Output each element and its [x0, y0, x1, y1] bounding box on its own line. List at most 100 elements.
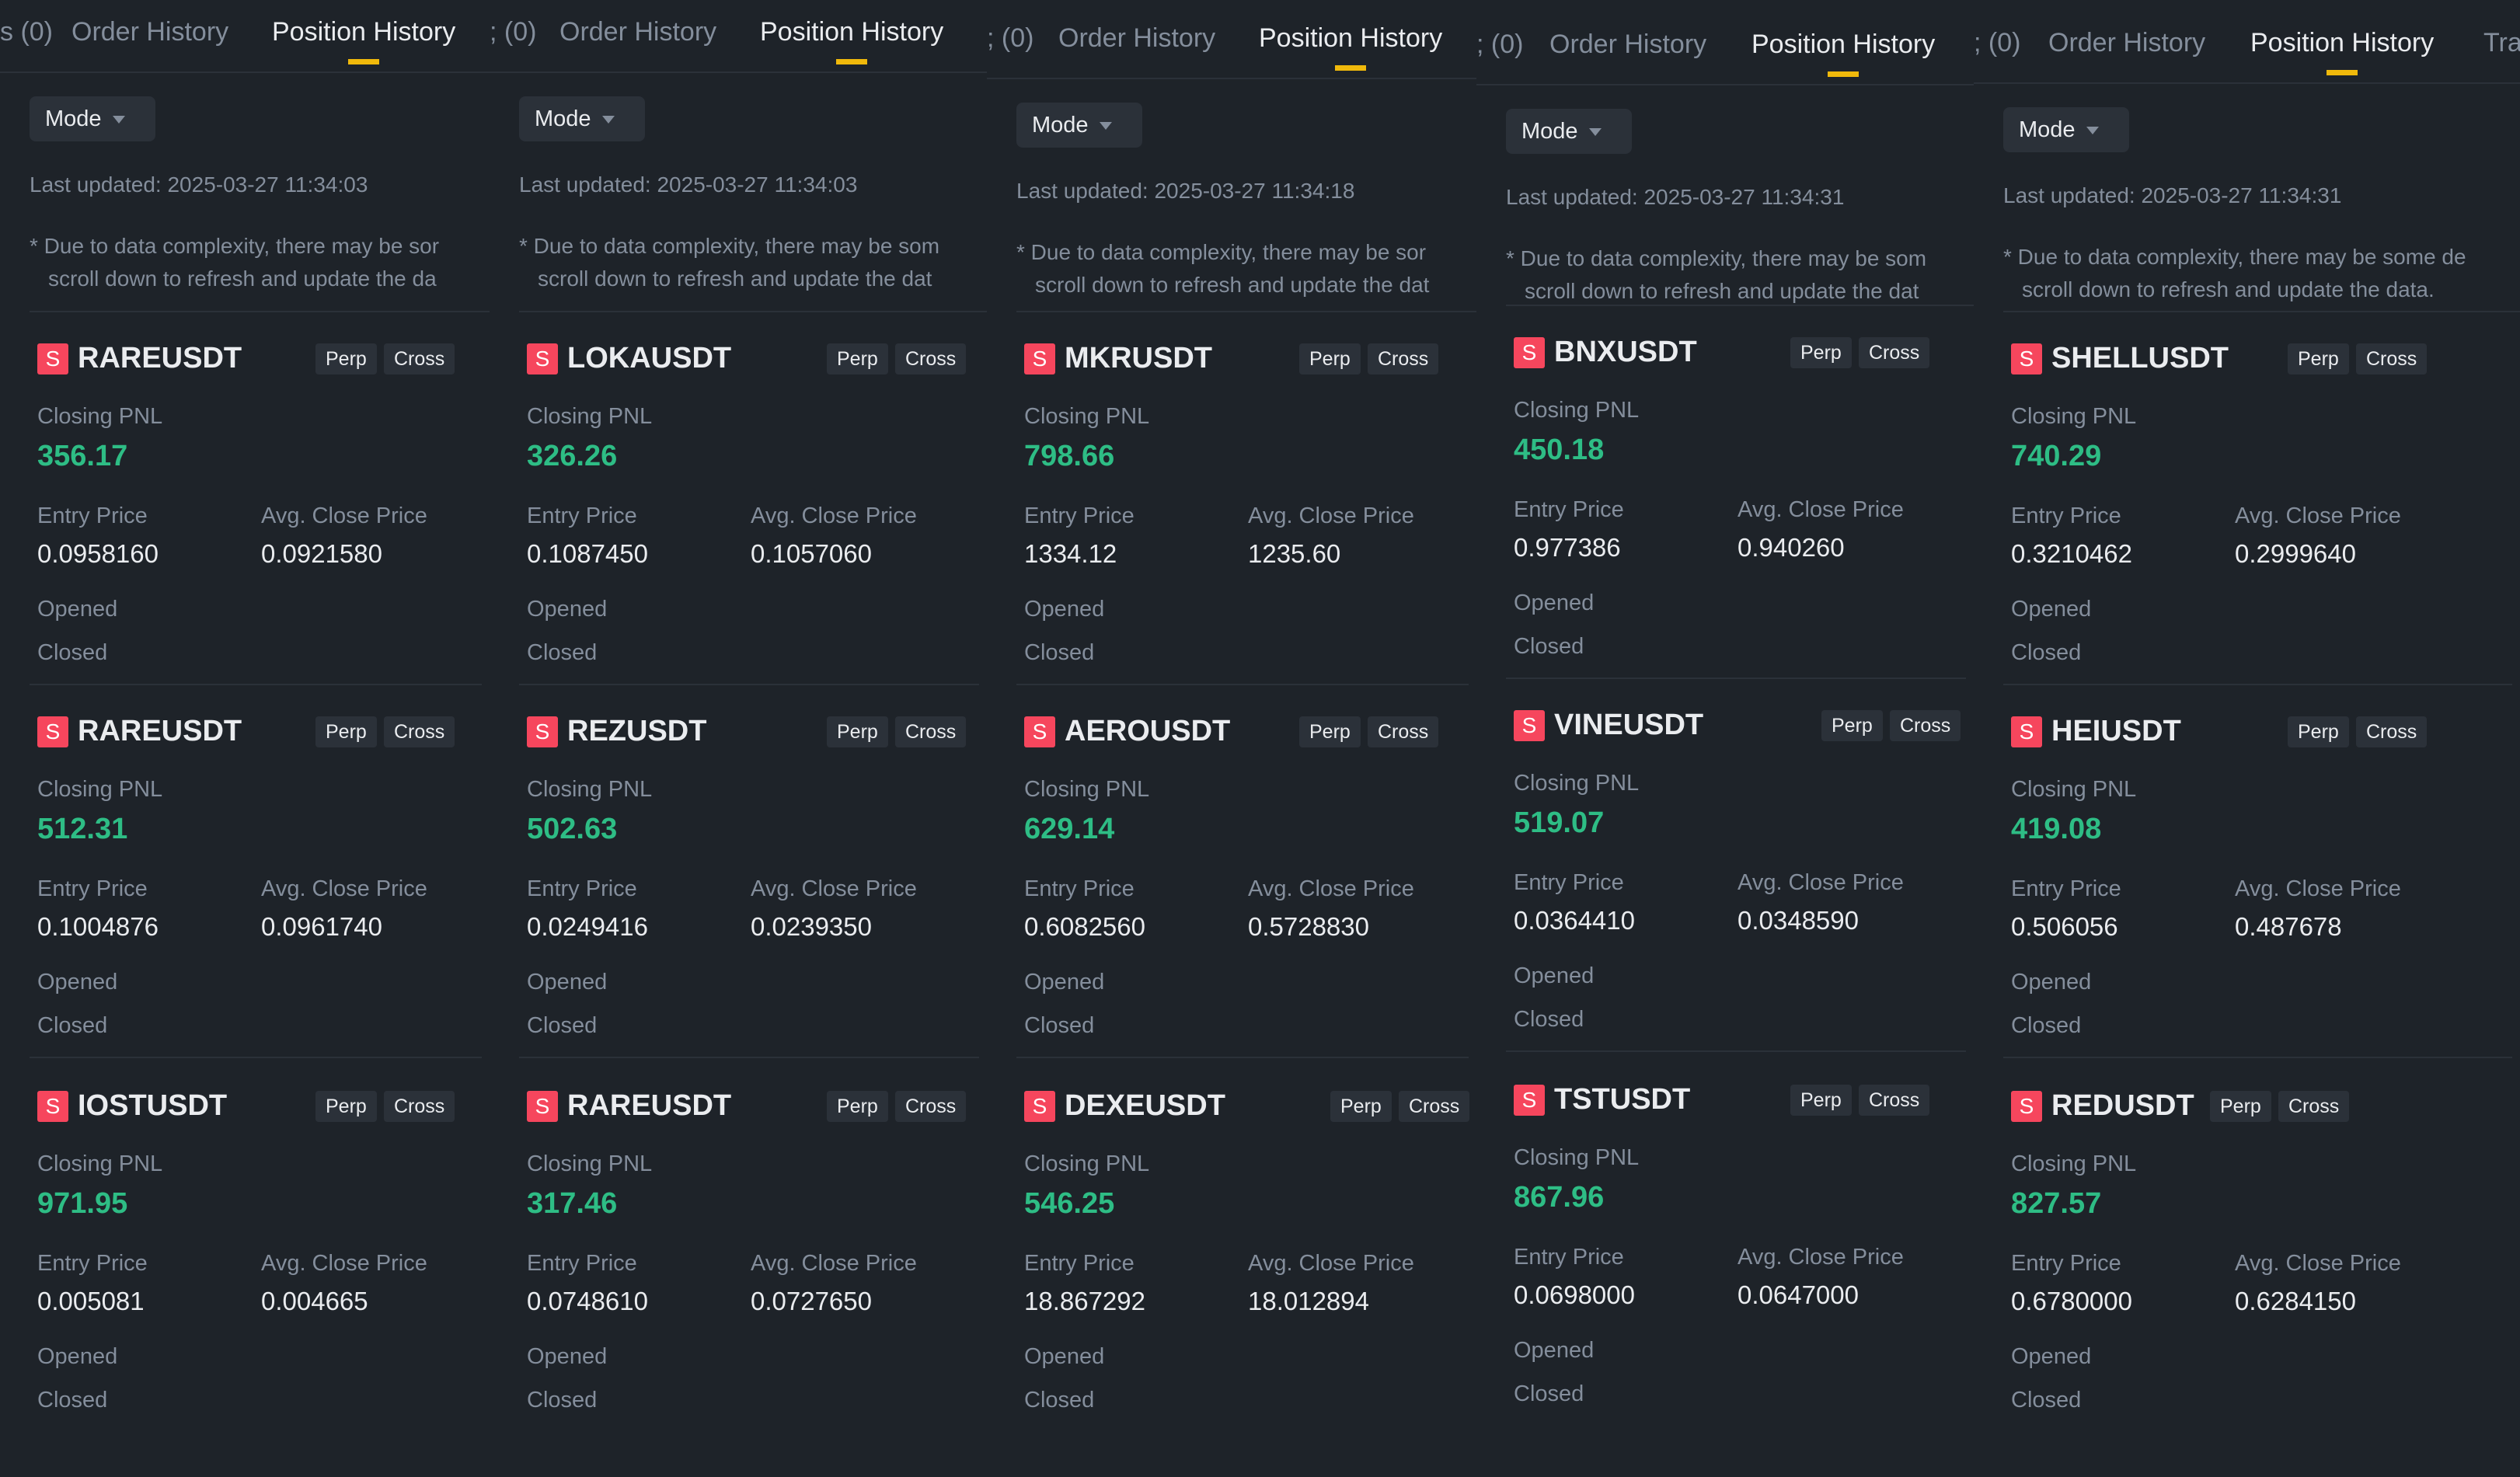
- closing-pnl-value: 740.29: [2011, 440, 2102, 472]
- tab-order-history[interactable]: Order History: [559, 17, 716, 47]
- position-card[interactable]: S MKRUSDT Perp Cross Closing PNL 798.66 E…: [1016, 311, 1476, 685]
- tab-position-history[interactable]: Position History: [760, 17, 943, 64]
- symbol: SHELLUSDT: [2051, 342, 2229, 374]
- position-card[interactable]: S TSTUSDT Perp Cross Closing PNL 867.96 E…: [1506, 1054, 1974, 1426]
- history-column-2: ; (0) Order History Position History Mod…: [490, 0, 987, 1422]
- tab-order-history[interactable]: Order History: [71, 17, 228, 47]
- cross-tag: Cross: [1890, 710, 1961, 741]
- position-card[interactable]: S AEROUSDT Perp Cross Closing PNL 629.14 …: [1016, 685, 1476, 1058]
- perp-tag: Perp: [827, 716, 888, 747]
- position-card[interactable]: S LOKAUSDT Perp Cross Closing PNL 326.26 …: [519, 311, 987, 685]
- symbol-row: S LOKAUSDT: [527, 342, 731, 381]
- short-badge: S: [1514, 336, 1545, 368]
- avg-close-price-label: Avg. Close Price: [1248, 503, 1414, 528]
- position-card[interactable]: S DEXEUSDT Perp Cross Closing PNL 546.25 …: [1016, 1060, 1476, 1428]
- symbol: MKRUSDT: [1065, 342, 1212, 374]
- avg-close-price-value: 0.0961740: [261, 912, 382, 941]
- closing-pnl-label: Closing PNL: [527, 1151, 653, 1176]
- mode-dropdown[interactable]: Mode: [2003, 107, 2129, 152]
- mode-dropdown[interactable]: Mode: [1016, 103, 1142, 148]
- note-line-2: scroll down to refresh and update the da…: [2022, 277, 2435, 301]
- caret-down-icon: [601, 116, 615, 124]
- closing-pnl-value: 798.66: [1024, 440, 1115, 472]
- tab-prev[interactable]: ; (0): [1974, 28, 2020, 58]
- tab-order-history[interactable]: Order History: [2048, 28, 2205, 58]
- tab-prev[interactable]: s (0): [0, 17, 53, 47]
- perp-tag: Perp: [827, 343, 888, 374]
- symbol-row: S BNXUSDT: [1514, 336, 1697, 374]
- closing-pnl-label: Closing PNL: [1514, 398, 1640, 423]
- closed-label: Closed: [1514, 1381, 1584, 1406]
- history-column-4: ; (0) Order History Position History Mod…: [1476, 12, 1974, 1434]
- closing-pnl-value: 519.07: [1514, 806, 1605, 839]
- position-card[interactable]: S IOSTUSDT Perp Cross Closing PNL 971.95 …: [30, 1060, 490, 1422]
- opened-label: Opened: [37, 597, 118, 622]
- last-updated: Last updated: 2025-03-27 11:34:31: [2003, 183, 2342, 207]
- position-card[interactable]: S RAREUSDT Perp Cross Closing PNL 317.46 …: [519, 1060, 987, 1422]
- tab-prev[interactable]: ; (0): [987, 23, 1033, 54]
- avg-close-price-label: Avg. Close Price: [1248, 876, 1414, 901]
- entry-price-value: 0.6082560: [1024, 912, 1145, 941]
- note-line-2: scroll down to refresh and update the da…: [1525, 279, 1919, 303]
- tab-position-history[interactable]: Position History: [1259, 23, 1442, 71]
- closing-pnl-label: Closing PNL: [2011, 777, 2137, 802]
- mode-dropdown[interactable]: Mode: [30, 96, 155, 141]
- tab-position-history[interactable]: Position History: [2250, 28, 2434, 75]
- symbol-row: S TSTUSDT: [1514, 1083, 1690, 1122]
- tab-order-history[interactable]: Order History: [1058, 23, 1215, 54]
- entry-price-value: 0.0698000: [1514, 1280, 1635, 1309]
- opened-label: Opened: [527, 1344, 608, 1369]
- position-card[interactable]: S HEIUSDT Perp Cross Closing PNL 419.08 E…: [2003, 685, 2520, 1058]
- symbol-row: S HEIUSDT: [2011, 715, 2181, 754]
- opened-label: Opened: [1024, 970, 1105, 995]
- entry-price-label: Entry Price: [37, 503, 148, 528]
- position-card[interactable]: S BNXUSDT Perp Cross Closing PNL 450.18 E…: [1506, 305, 1974, 679]
- entry-price-value: 0.0748610: [527, 1287, 648, 1315]
- cross-tag: Cross: [384, 716, 455, 747]
- mode-dropdown[interactable]: Mode: [1506, 109, 1632, 154]
- note-line-1: * Due to data complexity, there may be s…: [1506, 246, 1927, 270]
- tab-position-history[interactable]: Position History: [272, 17, 455, 64]
- tab-prev[interactable]: ; (0): [490, 17, 536, 47]
- tab-position-history[interactable]: Position History: [1751, 30, 1935, 77]
- opened-label: Opened: [527, 597, 608, 622]
- avg-close-price-value: 0.0921580: [261, 539, 382, 568]
- data-note: * Due to data complexity, there may be s…: [2003, 241, 2466, 306]
- avg-close-price-label: Avg. Close Price: [261, 876, 427, 901]
- mode-dropdown[interactable]: Mode: [519, 96, 645, 141]
- tab-bar: ; (0) Order History Position History Tra: [1974, 11, 2520, 84]
- position-card[interactable]: S RAREUSDT Perp Cross Closing PNL 512.31 …: [30, 685, 490, 1058]
- entry-price-label: Entry Price: [1024, 503, 1135, 528]
- avg-close-price-value: 18.012894: [1248, 1287, 1369, 1315]
- caret-down-icon: [1588, 128, 1602, 137]
- closing-pnl-label: Closing PNL: [1024, 404, 1150, 429]
- note-line-1: * Due to data complexity, there may be s…: [519, 234, 940, 258]
- position-card[interactable]: S REZUSDT Perp Cross Closing PNL 502.63 E…: [519, 685, 987, 1058]
- history-column-1: s (0) Order History Position History Mod…: [0, 0, 490, 1422]
- caret-down-icon: [1099, 122, 1112, 131]
- tab-prev[interactable]: ; (0): [1476, 30, 1523, 60]
- avg-close-price-label: Avg. Close Price: [1738, 1245, 1904, 1270]
- tab-next[interactable]: Tra: [2483, 28, 2520, 58]
- position-card[interactable]: S REDUSDT Perp Cross Closing PNL 827.57 E…: [2003, 1060, 2520, 1433]
- cross-tag: Cross: [1859, 1085, 1930, 1116]
- position-card[interactable]: S SHELLUSDT Perp Cross Closing PNL 740.29…: [2003, 311, 2520, 685]
- closed-label: Closed: [2011, 1013, 2082, 1038]
- symbol: REZUSDT: [567, 715, 707, 747]
- closing-pnl-value: 867.96: [1514, 1181, 1605, 1214]
- perp-tag: Perp: [827, 1091, 888, 1122]
- closing-pnl-label: Closing PNL: [2011, 1151, 2137, 1176]
- closing-pnl-value: 827.57: [2011, 1187, 2102, 1220]
- position-card[interactable]: S VINEUSDT Perp Cross Closing PNL 519.07 …: [1506, 679, 1974, 1052]
- symbol: RAREUSDT: [78, 342, 242, 374]
- closing-pnl-value: 317.46: [527, 1187, 618, 1220]
- perp-tag: Perp: [1299, 716, 1361, 747]
- closing-pnl-value: 502.63: [527, 813, 618, 845]
- position-card[interactable]: S RAREUSDT Perp Cross Closing PNL 356.17 …: [30, 311, 490, 685]
- avg-close-price-value: 0.004665: [261, 1287, 368, 1315]
- symbol-row: S REZUSDT: [527, 715, 706, 754]
- tab-order-history[interactable]: Order History: [1549, 30, 1706, 60]
- opened-label: Opened: [2011, 597, 2092, 622]
- closing-pnl-label: Closing PNL: [37, 777, 163, 802]
- avg-close-price-value: 0.487678: [2235, 912, 2342, 941]
